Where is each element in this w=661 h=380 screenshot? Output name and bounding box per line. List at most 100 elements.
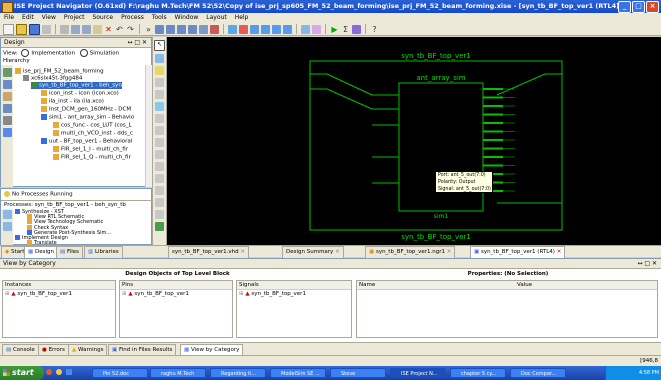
- tool-16-icon[interactable]: [155, 222, 164, 231]
- schematic-view-icon[interactable]: [228, 24, 237, 34]
- tree-item[interactable]: multi_ch_VCO_inst - dds_c: [53, 130, 133, 137]
- panel-controls[interactable]: ↔ □ ✕: [127, 38, 147, 47]
- save-icon[interactable]: [29, 23, 40, 35]
- summary-icon[interactable]: [250, 24, 259, 34]
- key-icon[interactable]: [301, 24, 310, 34]
- menu-item-file[interactable]: File: [0, 13, 18, 23]
- new-file-icon[interactable]: [3, 23, 14, 35]
- tab-ngr-file[interactable]: ▣ syn_tb_BF_top_ver1.ngr1 ✕: [365, 246, 456, 258]
- open-folder-icon[interactable]: [16, 23, 27, 35]
- question-icon[interactable]: ?: [370, 25, 379, 34]
- taskbar-item[interactable]: Regarding ti...: [210, 368, 266, 378]
- tree-item[interactable]: ise_prj_FM_52_beam_forming: [15, 68, 104, 75]
- run-icon[interactable]: ▶: [330, 25, 339, 34]
- menu-item-view[interactable]: View: [38, 13, 60, 23]
- sigma-icon[interactable]: Σ: [341, 25, 350, 34]
- taskbar-item[interactable]: raghu M.Tech: [150, 368, 206, 378]
- tool-9-icon[interactable]: [155, 138, 164, 147]
- taskbar-item[interactable]: Steve: [330, 368, 386, 378]
- menu-item-source[interactable]: Source: [88, 13, 117, 23]
- tool-15-icon[interactable]: [155, 210, 164, 219]
- tree-item[interactable]: uut - BF_top_ver1 - Behavioral: [41, 138, 132, 145]
- taskbar-item[interactable]: ISE Project N...: [390, 368, 446, 378]
- process-tool-1-icon[interactable]: [2, 210, 12, 219]
- menu-item-help[interactable]: Help: [231, 13, 253, 23]
- vbc-panel-controls[interactable]: ↔ □ ✕: [637, 259, 657, 268]
- print-icon[interactable]: [60, 24, 69, 34]
- view-icon[interactable]: [2, 128, 12, 137]
- instance-row[interactable]: ⊞ ▲ syn_tb_BF_top_ver1: [3, 290, 115, 298]
- tab-files[interactable]: ▤ Files: [56, 246, 84, 258]
- add-source-icon[interactable]: [2, 68, 12, 77]
- open-icon[interactable]: [2, 92, 12, 101]
- tool-8-icon[interactable]: [155, 126, 164, 135]
- menu-item-project[interactable]: Project: [60, 13, 89, 23]
- forward-icon[interactable]: [155, 90, 164, 99]
- layout-icon[interactable]: [272, 24, 281, 34]
- tree-item[interactable]: icon_inst - icon (icon.xco): [41, 90, 119, 97]
- zoom-in-icon[interactable]: [155, 24, 164, 34]
- report-icon[interactable]: [261, 24, 270, 34]
- tree-scrollbar[interactable]: [145, 65, 152, 187]
- zoom-area-icon[interactable]: [188, 24, 197, 34]
- tab-vhd-file[interactable]: syn_tb_BF_top_ver1.vhd ✕: [168, 246, 249, 258]
- tree-item[interactable]: ila_inst - ila (ila.xco): [41, 98, 104, 105]
- tool-11-icon[interactable]: [155, 162, 164, 171]
- tree-item-selected[interactable]: syn_tb_BF_top_ver1 - beh_syn: [31, 82, 122, 89]
- tab-rtl-schematic[interactable]: ▣ syn_tb_BF_top_ver1 (RTL4) ✕: [470, 246, 566, 258]
- pointer-icon[interactable]: ↖: [154, 40, 165, 51]
- tree-item[interactable]: FIR_sel_1_Q - multi_ch_fir: [53, 154, 131, 161]
- tree-item[interactable]: FIR_sel_1_I - multi_ch_fir: [53, 146, 128, 153]
- tree-item[interactable]: cos_func - cos_LUT (cos_L: [53, 122, 132, 129]
- quick-launch-1-icon[interactable]: [46, 368, 52, 375]
- window-icon[interactable]: [283, 24, 292, 34]
- add-copy-icon[interactable]: [2, 80, 12, 89]
- impl-radio[interactable]: [21, 49, 30, 57]
- remove-icon[interactable]: [2, 116, 12, 125]
- taskbar-item[interactable]: Pin 52.doc: [92, 368, 148, 378]
- select-icon[interactable]: [155, 114, 164, 123]
- process-tool-2-icon[interactable]: [2, 222, 12, 231]
- schematic-canvas[interactable]: syn_tb_BF_top_ver1 syn_tb_BF_top_ver1 an…: [167, 37, 661, 245]
- tree-item[interactable]: Inst_DCM_gen_160MHz - DCM: [41, 106, 131, 113]
- zoom-out-icon[interactable]: [166, 24, 175, 34]
- delete-icon[interactable]: ✕: [104, 25, 113, 34]
- quick-launch-3-icon[interactable]: [65, 368, 72, 375]
- copy-icon[interactable]: [82, 24, 91, 34]
- highlight-icon[interactable]: [155, 66, 164, 75]
- tool-12-icon[interactable]: [155, 174, 164, 183]
- signal-row[interactable]: ⊞ ▲ syn_tb_BF_top_ver1: [237, 290, 351, 298]
- design-icon[interactable]: [239, 24, 248, 34]
- paste-icon[interactable]: [93, 24, 102, 34]
- menu-item-layout[interactable]: Layout: [202, 13, 230, 23]
- taskbar-item[interactable]: ModelSim SE ...: [270, 368, 326, 378]
- tab-design-summary[interactable]: Design Summary ✕: [282, 246, 344, 258]
- tree-item[interactable]: xc6slx45t-3fgg484: [23, 75, 82, 82]
- quick-launch-2-icon[interactable]: [55, 368, 62, 375]
- cut-icon[interactable]: [71, 24, 80, 34]
- mark-icon[interactable]: [210, 24, 219, 34]
- tool-10-icon[interactable]: [155, 150, 164, 159]
- back-icon[interactable]: [155, 78, 164, 87]
- help-icon[interactable]: [312, 24, 321, 34]
- menu-item-process[interactable]: Process: [117, 13, 148, 23]
- zoom-icon[interactable]: [155, 54, 164, 63]
- zoom-fit-icon[interactable]: [177, 24, 186, 34]
- start-button[interactable]: start: [0, 366, 44, 380]
- tree-item[interactable]: sim1 - ant_array_sim - Behavio: [41, 114, 134, 121]
- menu-item-window[interactable]: Window: [171, 13, 203, 23]
- find-icon[interactable]: [155, 102, 164, 111]
- minimize-button[interactable]: _: [618, 1, 631, 13]
- tab-libraries[interactable]: ▥ Libraries: [84, 246, 123, 258]
- save-all-icon[interactable]: [42, 24, 51, 34]
- taskbar-item[interactable]: Doc Compar...: [510, 368, 566, 378]
- taskbar-item[interactable]: chapter 5 cy...: [450, 368, 506, 378]
- maximize-button[interactable]: □: [632, 1, 645, 13]
- menu-item-tools[interactable]: Tools: [148, 13, 171, 23]
- tab-design[interactable]: ▦ Design: [24, 246, 58, 258]
- pin-icon[interactable]: [352, 24, 361, 34]
- tool-13-icon[interactable]: [155, 186, 164, 195]
- menu-item-edit[interactable]: Edit: [18, 13, 38, 23]
- tool-14-icon[interactable]: [155, 198, 164, 207]
- sim-radio[interactable]: [79, 49, 88, 57]
